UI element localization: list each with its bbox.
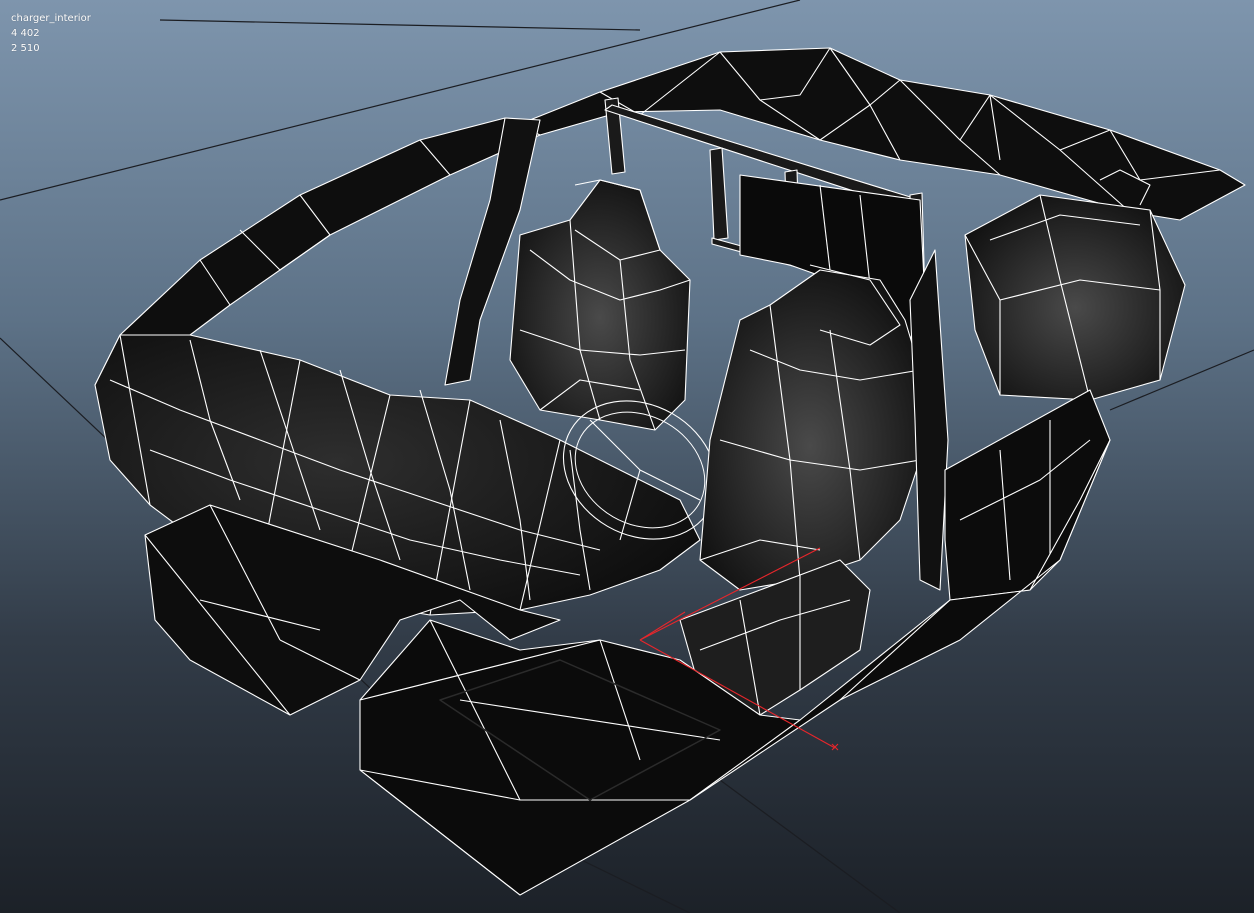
3d-viewport[interactable]: charger_interior 4 402 2 510 [0,0,1254,913]
object-name-label: charger_interior [11,13,91,24]
stat-line-2: 2 510 [11,43,40,54]
heads-up-display: charger_interior 4 402 2 510 [11,11,91,56]
stat-line-1: 4 402 [11,28,40,39]
scene-canvas[interactable] [0,0,1254,913]
